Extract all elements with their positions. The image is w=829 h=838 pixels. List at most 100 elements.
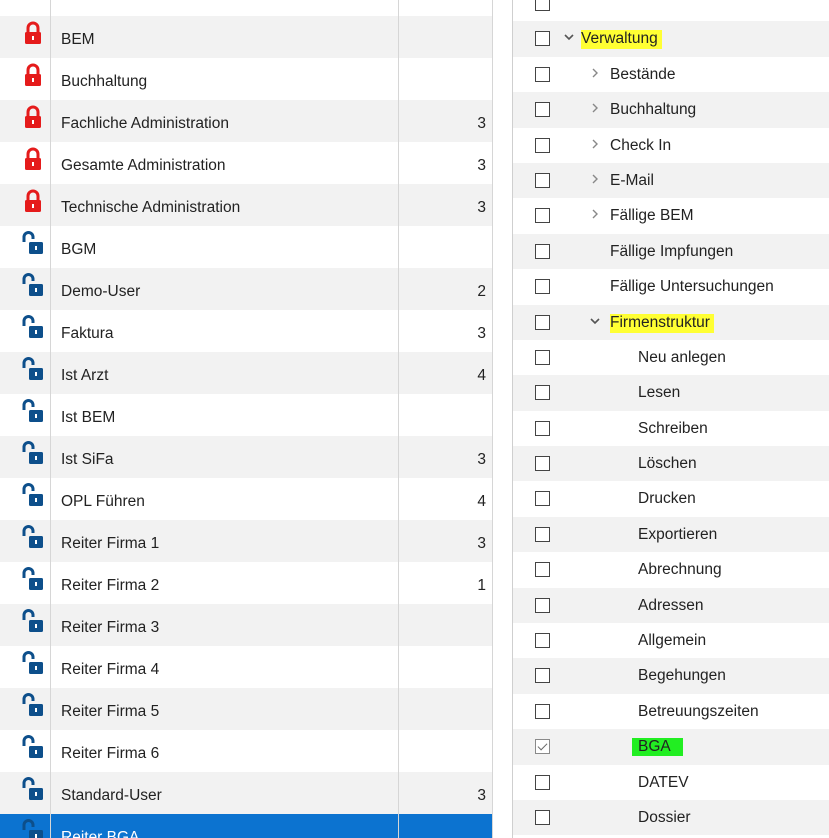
permission-checkbox[interactable] bbox=[535, 703, 550, 719]
role-row[interactable]: Reiter Firma 5 bbox=[0, 688, 492, 730]
permission-checkbox[interactable] bbox=[535, 774, 550, 790]
permission-checkbox[interactable] bbox=[535, 526, 550, 542]
permission-checkbox[interactable] bbox=[535, 102, 550, 118]
permission-checkbox[interactable] bbox=[535, 31, 550, 47]
permission-checkbox[interactable] bbox=[535, 208, 550, 224]
permission-label-text: Drucken bbox=[638, 490, 696, 508]
permission-row[interactable]: DATEV bbox=[513, 765, 829, 800]
permission-label: Lesen bbox=[638, 384, 680, 402]
permission-label: Allgemein bbox=[638, 632, 706, 650]
role-user-count: 3 bbox=[477, 115, 486, 132]
permission-row[interactable]: BGA bbox=[513, 729, 829, 765]
role-row[interactable]: Standard-User 3 bbox=[0, 772, 492, 814]
permission-label-text: Buchhaltung bbox=[610, 101, 697, 119]
permission-checkbox[interactable] bbox=[535, 420, 550, 436]
lock-open-icon bbox=[22, 566, 44, 594]
chevron-down-icon[interactable] bbox=[563, 29, 575, 45]
role-row[interactable]: Reiter Firma 1 3 bbox=[0, 520, 492, 562]
permission-row[interactable]: Allgemein bbox=[513, 623, 829, 658]
permission-checkbox[interactable] bbox=[535, 597, 550, 613]
permission-checkbox[interactable] bbox=[535, 456, 550, 472]
permission-checkbox[interactable] bbox=[535, 349, 550, 365]
chevron-right-icon[interactable] bbox=[589, 206, 601, 222]
role-row[interactable]: Fachliche Administration 3 bbox=[0, 100, 492, 142]
permission-row[interactable]: Fällige BEM bbox=[513, 198, 829, 233]
role-row[interactable]: Ist SiFa 3 bbox=[0, 436, 492, 478]
role-row[interactable]: Gesamte Administration 3 bbox=[0, 142, 492, 184]
permission-label: E-Mail bbox=[610, 172, 654, 190]
permission-checkbox[interactable] bbox=[535, 243, 550, 259]
pane-splitter[interactable] bbox=[500, 0, 512, 838]
role-name: Demo-User bbox=[61, 283, 141, 300]
role-row[interactable]: Ist Arzt 4 bbox=[0, 352, 492, 394]
role-row[interactable]: Reiter Firma 2 1 bbox=[0, 562, 492, 604]
role-row[interactable]: OPL Führen 4 bbox=[0, 478, 492, 520]
permission-row[interactable]: Drucken bbox=[513, 481, 829, 516]
permission-label-text: DATEV bbox=[638, 773, 689, 791]
permission-label: BGA bbox=[632, 738, 683, 757]
lock-open-icon bbox=[22, 818, 44, 838]
role-name: Standard-User bbox=[61, 787, 162, 804]
permission-row[interactable]: Fällige Untersuchungen bbox=[513, 269, 829, 304]
role-user-count: 3 bbox=[477, 157, 486, 174]
role-row[interactable]: Demo-User 2 bbox=[0, 268, 492, 310]
grid-column-divider bbox=[50, 0, 51, 838]
permission-row[interactable]: Lesen bbox=[513, 375, 829, 411]
role-row[interactable]: Technische Administration 3 bbox=[0, 184, 492, 226]
permission-label: Adressen bbox=[638, 597, 703, 615]
permission-checkbox[interactable] bbox=[535, 562, 550, 578]
permission-row[interactable]: Dossier bbox=[513, 799, 829, 836]
lock-closed-icon bbox=[22, 20, 44, 48]
permission-label: DATEV bbox=[638, 774, 689, 792]
chevron-right-icon[interactable] bbox=[589, 65, 601, 81]
role-row[interactable]: Ist BEM bbox=[0, 394, 492, 436]
permission-row[interactable]: Löschen bbox=[513, 446, 829, 482]
permission-checkbox[interactable] bbox=[535, 633, 550, 649]
permission-checkbox[interactable] bbox=[535, 66, 550, 82]
permission-checkbox[interactable] bbox=[535, 172, 550, 188]
role-name: Reiter Firma 3 bbox=[61, 619, 160, 636]
permission-row[interactable]: E-Mail bbox=[513, 162, 829, 199]
permission-row[interactable] bbox=[513, 0, 829, 21]
permission-checkbox[interactable] bbox=[535, 668, 550, 684]
chevron-right-icon[interactable] bbox=[589, 171, 601, 187]
permission-label: Dossier bbox=[638, 809, 691, 827]
permission-row[interactable]: Verwaltung bbox=[513, 21, 829, 57]
permission-row[interactable]: Fällige Impfungen bbox=[513, 233, 829, 270]
permission-row[interactable]: Check In bbox=[513, 128, 829, 163]
permission-checkbox[interactable] bbox=[535, 0, 550, 11]
permission-checkbox[interactable] bbox=[535, 809, 550, 825]
role-name: Reiter Firma 2 bbox=[61, 577, 160, 594]
role-row[interactable]: Reiter Firma 3 bbox=[0, 604, 492, 646]
permission-checkbox[interactable] bbox=[535, 491, 550, 507]
role-row[interactable]: BEM bbox=[0, 16, 492, 58]
permission-row[interactable]: Buchhaltung bbox=[513, 92, 829, 128]
permission-row[interactable]: Schreiben bbox=[513, 411, 829, 446]
permission-row[interactable]: Betreuungszeiten bbox=[513, 694, 829, 729]
permission-row[interactable]: Abrechnung bbox=[513, 552, 829, 587]
permission-checkbox[interactable] bbox=[535, 739, 550, 755]
permission-row[interactable]: Neu anlegen bbox=[513, 340, 829, 375]
chevron-right-icon[interactable] bbox=[589, 136, 601, 152]
chevron-right-icon[interactable] bbox=[589, 100, 601, 116]
lock-closed-icon bbox=[22, 104, 44, 132]
role-row[interactable]: Buchhaltung bbox=[0, 58, 492, 100]
permission-checkbox[interactable] bbox=[535, 137, 550, 153]
permission-label-text: Adressen bbox=[638, 596, 704, 614]
permission-row[interactable]: Begehungen bbox=[513, 658, 829, 694]
chevron-down-icon[interactable] bbox=[589, 313, 601, 329]
permission-checkbox[interactable] bbox=[535, 279, 550, 295]
permission-checkbox[interactable] bbox=[535, 385, 550, 401]
permission-row[interactable]: Firmenstruktur bbox=[513, 304, 829, 340]
role-row[interactable]: Faktura 3 bbox=[0, 310, 492, 352]
permission-checkbox[interactable] bbox=[535, 314, 550, 330]
roles-pane: BEM Buchhaltung Fachliche Administration 3 G… bbox=[0, 0, 500, 838]
permission-label-text: Exportieren bbox=[638, 525, 718, 543]
role-row[interactable]: Reiter Firma 4 bbox=[0, 646, 492, 688]
permission-row[interactable]: Exportieren bbox=[513, 516, 829, 553]
role-row[interactable]: Reiter BGA bbox=[0, 814, 492, 838]
role-row[interactable]: BGM bbox=[0, 226, 492, 268]
role-row[interactable]: Reiter Firma 6 bbox=[0, 730, 492, 772]
permission-row[interactable]: Bestände bbox=[513, 57, 829, 92]
permission-row[interactable]: Adressen bbox=[513, 587, 829, 624]
